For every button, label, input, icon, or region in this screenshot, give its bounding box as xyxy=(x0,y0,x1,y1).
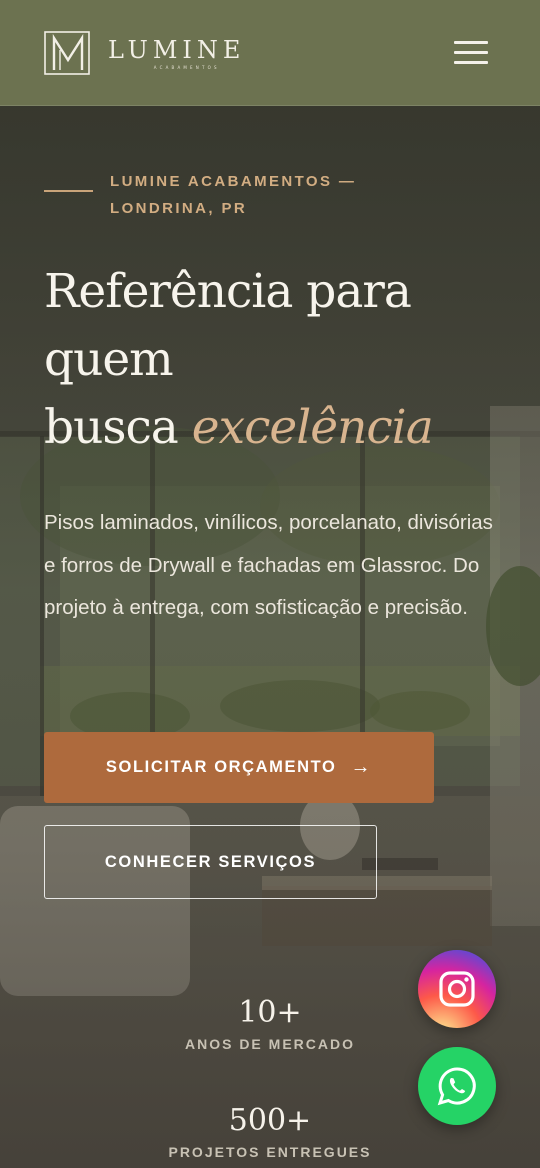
eyebrow-divider xyxy=(44,190,93,192)
stat-label: PROJETOS ENTREGUES xyxy=(168,1144,372,1160)
site-header: LUMINE ACABAMENTOS xyxy=(0,0,540,106)
headline-line-3: busca xyxy=(44,400,192,455)
arrow-right-icon: → xyxy=(350,756,373,778)
headline-highlight: excelência xyxy=(191,400,434,455)
instagram-button[interactable] xyxy=(418,950,496,1028)
whatsapp-icon xyxy=(437,1067,476,1106)
lumine-logo-mark xyxy=(44,31,90,75)
request-quote-button[interactable]: SOLICITAR ORÇAMENTO → xyxy=(44,732,434,803)
headline-line-2: quem xyxy=(44,332,174,387)
request-quote-label: SOLICITAR ORÇAMENTO xyxy=(105,758,337,776)
headline-line-1: Referência para xyxy=(44,264,412,319)
hamburger-menu-icon[interactable] xyxy=(454,40,488,66)
instagram-icon xyxy=(439,971,475,1007)
brand-subtitle: ACABAMENTOS xyxy=(153,64,220,70)
hero-eyebrow: LUMINE ACABAMENTOS — LONDRINA, PR xyxy=(110,173,357,217)
brand-name: LUMINE xyxy=(108,35,246,64)
hero-headline: Referência para quem busca excelência xyxy=(44,258,504,462)
brand-logo[interactable]: LUMINE ACABAMENTOS xyxy=(44,30,245,76)
view-services-label: CONHECER SERVIÇOS xyxy=(104,852,317,871)
view-services-button[interactable]: CONHECER SERVIÇOS xyxy=(44,825,377,899)
whatsapp-button[interactable] xyxy=(418,1047,496,1125)
hero-description: Pisos laminados, vinílicos, porcelanato,… xyxy=(44,511,493,619)
